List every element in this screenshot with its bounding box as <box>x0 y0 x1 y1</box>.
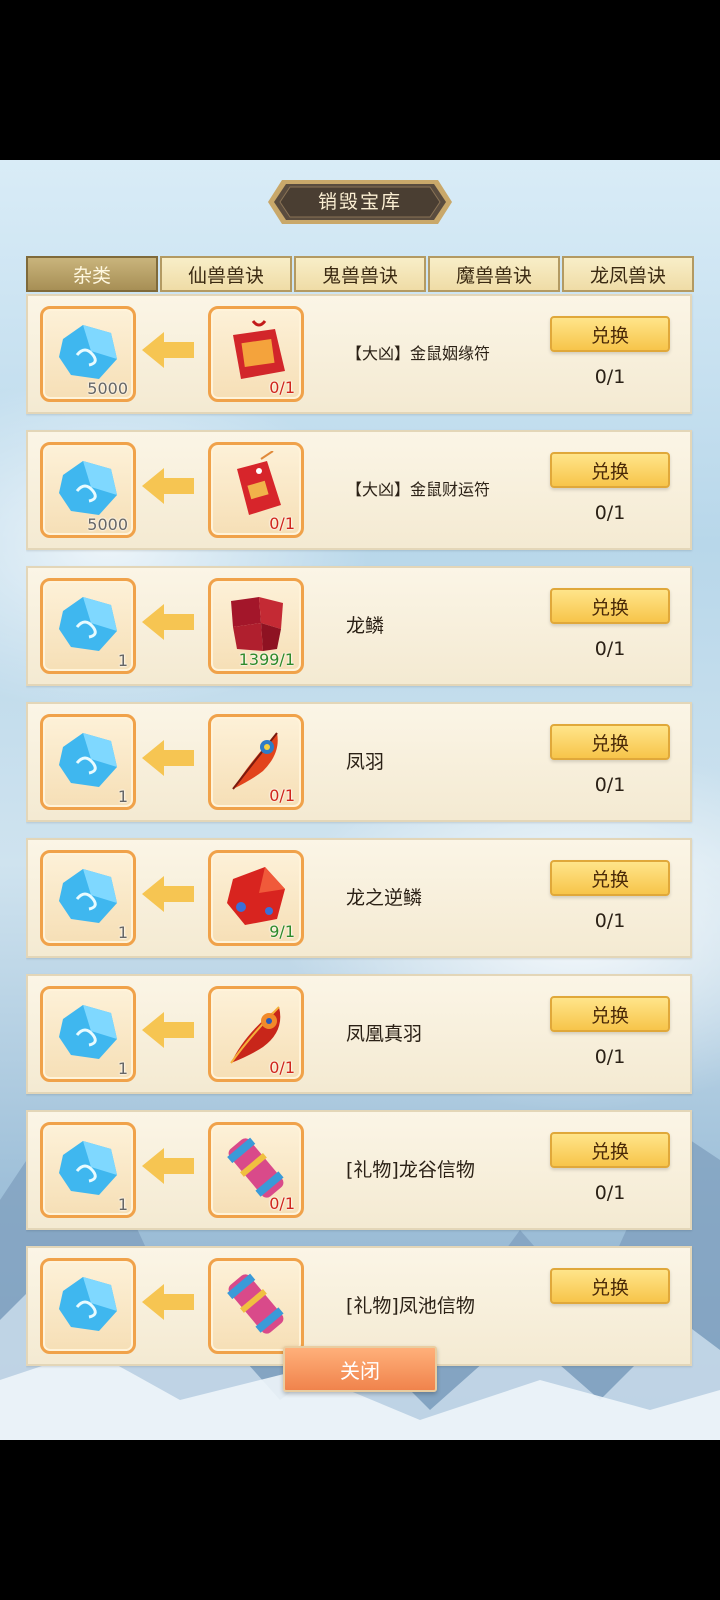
exchange-button[interactable]: 兑换 <box>550 1132 670 1168</box>
target-item-slot[interactable]: 1399/1 <box>208 578 304 674</box>
target-item-slot[interactable]: 0/1 <box>208 442 304 538</box>
cost-item-slot[interactable]: 1 <box>40 986 136 1082</box>
cost-amount: 5000 <box>87 379 128 398</box>
exchange-button[interactable]: 兑换 <box>550 724 670 760</box>
exchange-row: 1 0/1 凤羽 兑换 0/1 <box>26 702 692 822</box>
close-button[interactable]: 关闭 <box>283 1346 437 1392</box>
owned-count: 0/1 <box>269 378 295 397</box>
cost-item-slot[interactable]: 5000 <box>40 442 136 538</box>
target-item-slot[interactable]: 0/1 <box>208 986 304 1082</box>
item-name: 龙之逆鳞 <box>346 887 423 909</box>
title-banner: 销毁宝库 <box>268 180 452 224</box>
item-name: 凤凰真羽 <box>346 1023 423 1045</box>
blue-crystal-icon <box>59 325 117 379</box>
blue-crystal-icon <box>59 1005 117 1059</box>
exchange-progress: 0/1 <box>594 774 626 796</box>
arrow-left-icon <box>142 1284 194 1320</box>
exchange-progress: 0/1 <box>594 638 626 660</box>
item-name: 【大凶】金鼠姻缘符 <box>346 344 491 363</box>
cost-item-slot[interactable]: 1 <box>40 850 136 946</box>
arrow-left-icon <box>142 468 194 504</box>
blue-crystal-icon <box>59 1277 117 1331</box>
blue-crystal-icon <box>59 597 117 651</box>
item-name: 凤羽 <box>346 751 385 773</box>
exchange-row: 1 1399/1 龙鳞 兑换 0/1 <box>26 566 692 686</box>
exchange-row: 1 0/1 凤凰真羽 兑换 0/1 <box>26 974 692 1094</box>
exchange-progress: 0/1 <box>594 910 626 932</box>
exchange-button[interactable]: 兑换 <box>550 1268 670 1304</box>
target-item-slot[interactable]: 0/1 <box>208 714 304 810</box>
target-item-slot[interactable]: 0/1 <box>208 306 304 402</box>
cost-item-slot[interactable] <box>40 1258 136 1354</box>
tab-misc[interactable]: 杂类 <box>26 256 158 292</box>
page-title: 销毁宝库 <box>317 191 402 213</box>
owned-count: 0/1 <box>269 1058 295 1077</box>
exchange-row: 1 0/1 [礼物]龙谷信物 兑换 0/1 <box>26 1110 692 1230</box>
owned-count: 9/1 <box>269 922 295 941</box>
exchange-progress: 0/1 <box>594 1182 626 1204</box>
cost-amount: 1 <box>117 651 128 670</box>
owned-count: 1399/1 <box>238 650 295 669</box>
cost-item-slot[interactable]: 1 <box>40 578 136 674</box>
cost-item-slot[interactable]: 1 <box>40 714 136 810</box>
blue-crystal-icon <box>59 733 117 787</box>
exchange-row: 5000 0/1 【大凶】金鼠姻缘符 兑换 0/1 <box>26 294 692 414</box>
exchange-button[interactable]: 兑换 <box>550 316 670 352</box>
tab-ghost-beast-skills[interactable]: 鬼兽兽诀 <box>294 256 426 292</box>
blue-crystal-icon <box>59 461 117 515</box>
cost-amount: 1 <box>117 787 128 806</box>
arrow-left-icon <box>142 332 194 368</box>
owned-count: 0/1 <box>269 514 295 533</box>
exchange-progress: 0/1 <box>594 1046 626 1068</box>
tab-immortal-beast-skills[interactable]: 仙兽兽诀 <box>160 256 292 292</box>
arrow-left-icon <box>142 876 194 912</box>
tab-demon-beast-skills[interactable]: 魔兽兽诀 <box>428 256 560 292</box>
cost-amount: 1 <box>117 1059 128 1078</box>
target-item-slot[interactable]: 0/1 <box>208 1122 304 1218</box>
cost-amount: 1 <box>117 923 128 942</box>
cost-amount: 1 <box>117 1195 128 1214</box>
scroll-icon <box>227 1273 284 1334</box>
arrow-left-icon <box>142 1012 194 1048</box>
exchange-button[interactable]: 兑换 <box>550 996 670 1032</box>
owned-count: 0/1 <box>269 1194 295 1213</box>
target-item-slot[interactable]: 9/1 <box>208 850 304 946</box>
blue-crystal-icon <box>59 1141 117 1195</box>
cost-item-slot[interactable]: 1 <box>40 1122 136 1218</box>
exchange-button[interactable]: 兑换 <box>550 452 670 488</box>
item-name: [礼物]龙谷信物 <box>346 1159 475 1181</box>
exchange-row: 1 9/1 龙之逆鳞 兑换 0/1 <box>26 838 692 958</box>
item-name: 【大凶】金鼠财运符 <box>346 480 491 499</box>
item-name: 龙鳞 <box>346 615 385 637</box>
cost-item-slot[interactable]: 5000 <box>40 306 136 402</box>
tab-dragon-phoenix-skills[interactable]: 龙凤兽诀 <box>562 256 694 292</box>
arrow-left-icon <box>142 604 194 640</box>
exchange-button[interactable]: 兑换 <box>550 588 670 624</box>
target-item-slot[interactable] <box>208 1258 304 1354</box>
cost-amount: 5000 <box>87 515 128 534</box>
arrow-left-icon <box>142 740 194 776</box>
exchange-progress: 0/1 <box>594 366 626 388</box>
arrow-left-icon <box>142 1148 194 1184</box>
exchange-list[interactable]: 5000 0/1 【大凶】金鼠姻缘符 兑换 0/1 5000 0/1 【大凶】金… <box>26 294 694 1460</box>
blue-crystal-icon <box>59 869 117 923</box>
owned-count: 0/1 <box>269 786 295 805</box>
tab-bar: 杂类 仙兽兽诀 鬼兽兽诀 魔兽兽诀 龙凤兽诀 <box>26 256 694 292</box>
exchange-row: 5000 0/1 【大凶】金鼠财运符 兑换 0/1 <box>26 430 692 550</box>
exchange-button[interactable]: 兑换 <box>550 860 670 896</box>
exchange-progress: 0/1 <box>594 502 626 524</box>
